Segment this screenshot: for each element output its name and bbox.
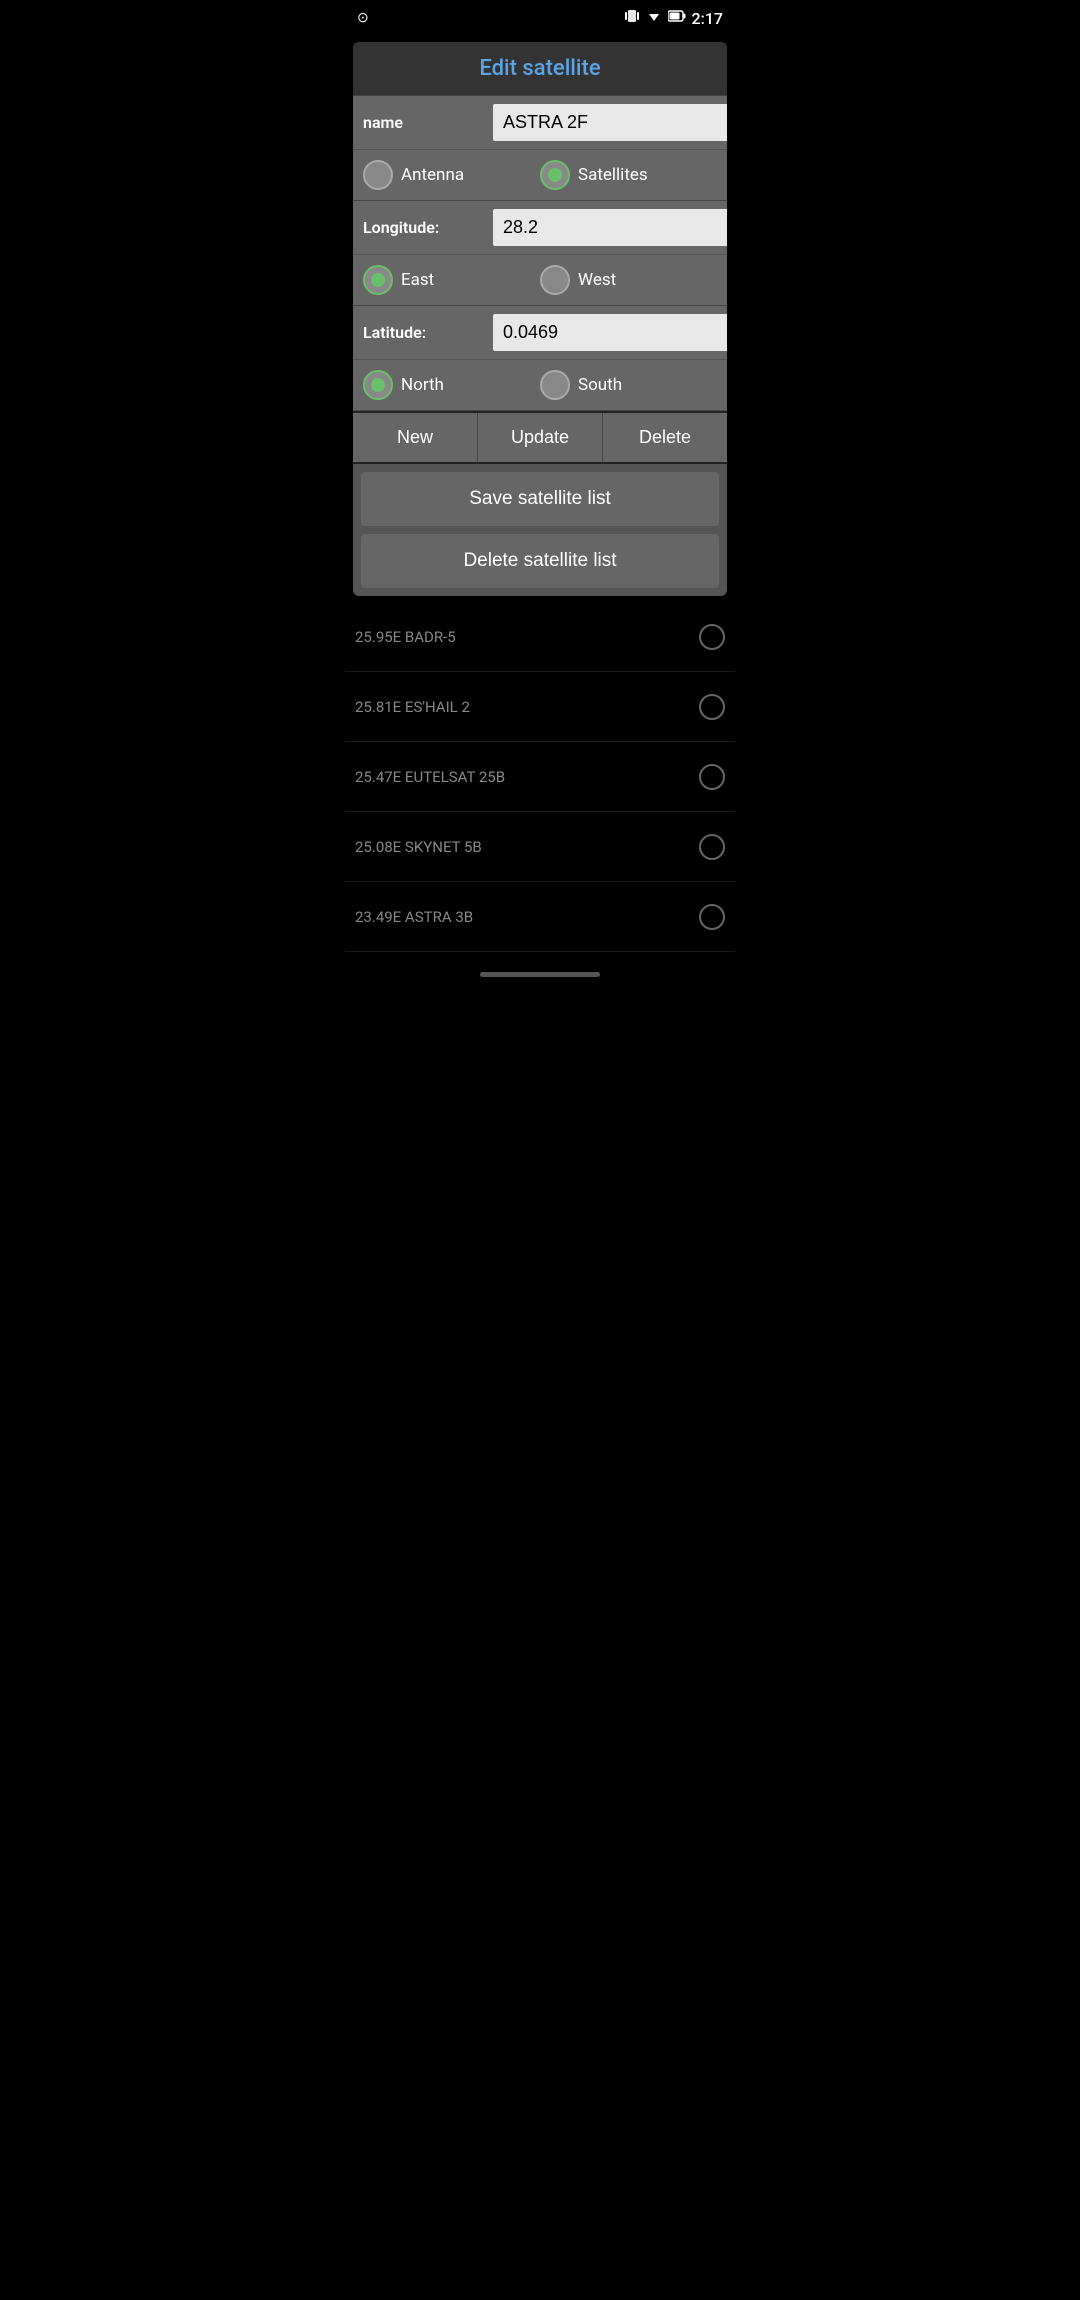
list-item[interactable]: 25.47E EUTELSAT 25B [345,742,735,812]
satellite-name: 25.47E EUTELSAT 25B [355,768,505,786]
satellite-name: 25.95E BADR-5 [355,628,456,646]
antenna-label: Antenna [401,165,464,185]
satellites-radio-circle[interactable] [540,160,570,190]
satellite-name: 25.08E SKYNET 5B [355,838,482,856]
south-radio-item[interactable]: South [540,370,717,400]
antenna-satellites-row: Antenna Satellites [353,149,727,200]
south-radio-circle[interactable] [540,370,570,400]
vibrate-icon [624,8,640,28]
save-satellite-list-button[interactable]: Save satellite list [361,472,719,526]
list-item[interactable]: 25.95E BADR-5 [345,602,735,672]
update-button[interactable]: Update [478,413,603,462]
east-label: East [401,270,434,290]
name-label: name [363,113,493,132]
west-radio-item[interactable]: West [540,265,717,295]
satellite-list: 25.95E BADR-5 25.81E ES'HAIL 2 25.47E EU… [345,602,735,952]
satellite-name: 23.49E ASTRA 3B [355,908,473,926]
wifi-icon [646,8,662,28]
satellites-radio-dot [548,168,562,182]
longitude-input[interactable] [493,209,727,246]
new-button[interactable]: New [353,413,478,462]
delete-button[interactable]: Delete [603,413,727,462]
east-radio-circle[interactable] [363,265,393,295]
list-item[interactable]: 25.08E SKYNET 5B [345,812,735,882]
west-radio-circle[interactable] [540,265,570,295]
action-buttons-row: New Update Delete [353,411,727,464]
satellites-radio-item[interactable]: Satellites [540,160,717,190]
south-label: South [578,375,622,395]
home-indicator [345,960,735,988]
east-radio-item[interactable]: East [363,265,540,295]
satellite-name: 25.81E ES'HAIL 2 [355,698,470,716]
name-row: name [353,96,727,149]
east-west-row: East West [353,254,727,305]
satellite-select-radio[interactable] [699,834,725,860]
north-radio-dot [371,378,385,392]
dialog-title: Edit satellite [353,42,727,96]
latitude-label: Latitude: [363,323,493,342]
longitude-label: Longitude: [363,218,493,237]
latitude-section: Latitude: North South [353,306,727,411]
notification-icon: ⊙ [357,10,369,26]
clock: 2:17 [692,9,724,28]
edit-satellite-dialog: Edit satellite name Antenna Satellites [353,42,727,596]
antenna-radio-item[interactable]: Antenna [363,160,540,190]
status-bar: ⊙ 2:17 [345,0,735,36]
north-radio-circle[interactable] [363,370,393,400]
home-bar [480,972,600,977]
longitude-row: Longitude: [353,201,727,254]
delete-satellite-list-button[interactable]: Delete satellite list [361,534,719,588]
name-input[interactable] [493,104,727,141]
satellite-select-radio[interactable] [699,764,725,790]
latitude-input[interactable] [493,314,727,351]
north-radio-item[interactable]: North [363,370,540,400]
list-item[interactable]: 25.81E ES'HAIL 2 [345,672,735,742]
status-right: 2:17 [624,8,724,28]
status-left: ⊙ [357,10,369,26]
antenna-radio-circle[interactable] [363,160,393,190]
west-label: West [578,270,616,290]
satellites-label: Satellites [578,165,648,185]
name-section: name Antenna Satellites [353,96,727,201]
north-label: North [401,375,444,395]
battery-icon [668,9,686,27]
north-south-row: North South [353,359,727,410]
satellite-select-radio[interactable] [699,624,725,650]
longitude-section: Longitude: East West [353,201,727,306]
list-item[interactable]: 23.49E ASTRA 3B [345,882,735,952]
satellite-select-radio[interactable] [699,904,725,930]
satellite-select-radio[interactable] [699,694,725,720]
latitude-row: Latitude: [353,306,727,359]
east-radio-dot [371,273,385,287]
